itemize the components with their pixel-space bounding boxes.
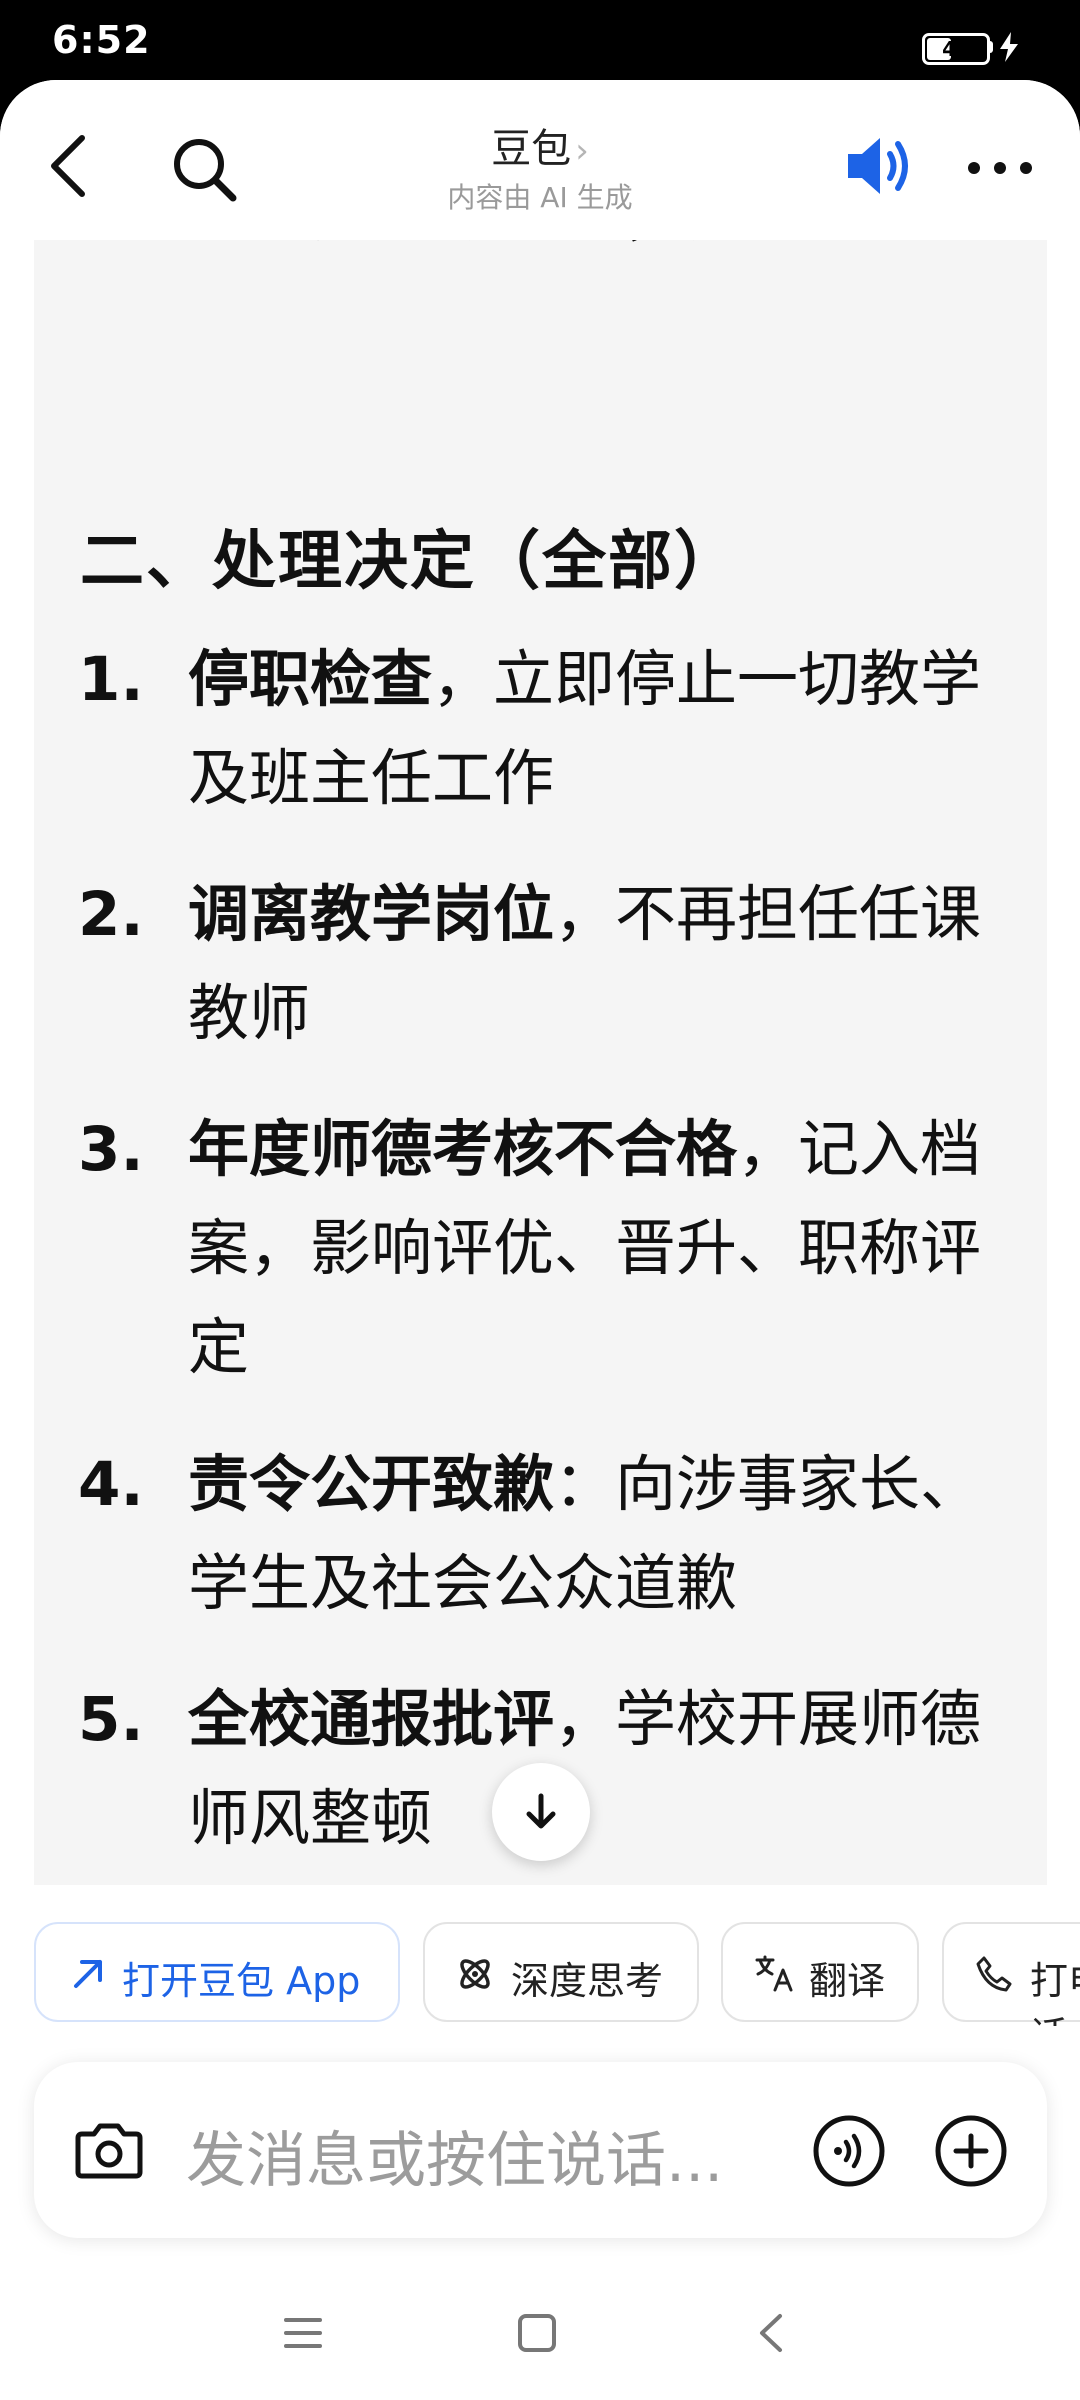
quick-action-chips: 打开豆包 App 深度思考 翻译 打电话 (0, 1922, 1080, 2026)
home-icon[interactable] (514, 2310, 560, 2356)
call-chip[interactable]: 打电话 (942, 1922, 1080, 2026)
list-item-bold: 全校通报批评 (188, 1684, 555, 1755)
chat-header: 豆包 › 内容由 AI 生成 (0, 80, 1080, 240)
list-item-number: 3. (78, 1114, 144, 1185)
status-time: 6:52 (52, 18, 151, 62)
system-nav-bar (0, 2280, 1080, 2400)
list-item-number: 4. (78, 1449, 144, 1520)
voice-input-icon[interactable] (812, 2114, 886, 2188)
chip-label: 打开豆包 App (122, 1959, 361, 2003)
chip-label: 打电话 (1030, 1959, 1080, 2026)
message-content: 三、责任意识淡薄，师德失范 二、处理决定（全部） 1. 停职检查，立即停止一切教… (34, 240, 1047, 1885)
list-item-bold: 停职检查 (188, 644, 433, 715)
ai-generated-note: 内容由 AI 生成 (447, 181, 633, 214)
partial-heading: 三、责任意识淡薄，师德失范 (144, 240, 1044, 264)
message-input-bar: 发消息或按住说话... (34, 2062, 1047, 2238)
list-item-bold: 调离教学岗位 (188, 879, 555, 950)
nav-back-icon[interactable] (752, 2310, 790, 2356)
translate-icon (755, 1955, 793, 1992)
section-heading: 二、处理决定（全部） (80, 525, 740, 599)
open-app-chip[interactable]: 打开豆包 App (34, 1922, 400, 2022)
speaker-icon[interactable] (840, 126, 916, 206)
app-sheet: 豆包› 内容由 AI 生成 三、责任意识淡薄，师德失范 二、处理决定（全部） 1… (0, 80, 1080, 2400)
battery-level: 47 (942, 37, 970, 61)
status-bar: 6:52 47 (0, 0, 1080, 80)
list-item-number: 5. (78, 1684, 144, 1755)
list-item-number: 2. (78, 879, 144, 950)
scroll-to-bottom-button[interactable] (492, 1763, 590, 1861)
recent-apps-icon[interactable] (280, 2310, 326, 2356)
camera-icon[interactable] (74, 2118, 144, 2180)
deep-think-chip[interactable]: 深度思考 (423, 1922, 699, 2022)
battery-tip (987, 41, 993, 53)
list-item-number: 1. (78, 644, 144, 715)
battery-icon: 47 (922, 33, 990, 65)
chip-label: 翻译 (809, 1959, 886, 2003)
arrow-down-icon (526, 1793, 556, 1829)
chat-title[interactable]: 豆包 › (340, 116, 740, 174)
chat-title-text[interactable]: 豆包 (491, 126, 571, 172)
message-input[interactable]: 发消息或按住说话... (186, 2112, 723, 2199)
chevron-right-icon: › (575, 131, 589, 171)
chip-label: 深度思考 (511, 1959, 664, 2003)
more-icon[interactable] (964, 138, 1036, 198)
atom-icon (460, 1959, 490, 1989)
arrow-up-right-icon (74, 1960, 102, 1988)
translate-chip[interactable]: 翻译 (721, 1922, 919, 2022)
back-icon[interactable] (38, 126, 102, 206)
charging-icon (1000, 32, 1018, 62)
list-item-bold: 责令公开致歉 (188, 1449, 555, 1520)
plus-icon[interactable] (934, 2114, 1008, 2188)
search-icon[interactable] (165, 130, 245, 210)
phone-icon (976, 1956, 1012, 1992)
list-item-bold: 年度师德考核不合格 (188, 1114, 738, 1185)
